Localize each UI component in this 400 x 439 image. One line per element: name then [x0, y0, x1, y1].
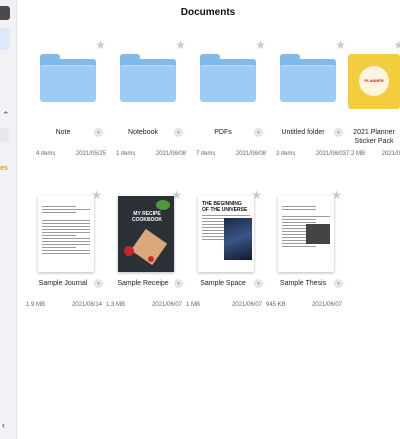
folder-name[interactable]: Notebook	[108, 128, 178, 137]
document-thumbnail[interactable]	[278, 196, 334, 272]
file-name[interactable]: Sample Thesis	[268, 279, 338, 288]
document-thumbnail[interactable]	[38, 196, 94, 272]
document-thumbnail[interactable]: THE BEGINNING OF THE UNIVERSE	[198, 196, 254, 272]
sidebar: ⌃ es ‹	[0, 0, 17, 439]
file-sample-thesis[interactable]: ★ Sample Thesis ⌄ 945 KB 2021/06/07	[264, 188, 344, 313]
folder-untitled[interactable]: ★ Untitled folder ⌄ 3 items 2021/06/03	[268, 38, 348, 166]
folder-icon[interactable]	[38, 54, 98, 109]
chevron-down-icon[interactable]: ⌄	[94, 128, 103, 137]
document-grid: ★ Note ⌄ 4 items 2021/05/25 ★ Notebook ⌄…	[16, 0, 400, 439]
sticker-pack[interactable]: ★ PLANNER 2021 Planner Sticker Pack 7.2 …	[344, 38, 400, 166]
chevron-down-icon[interactable]: ⌄	[334, 128, 343, 137]
file-name[interactable]: Sample Space	[188, 279, 258, 288]
chevron-down-icon[interactable]: ⌄	[254, 279, 263, 288]
file-name[interactable]: Sample Journal	[28, 279, 98, 288]
chevron-down-icon[interactable]: ⌄	[94, 279, 103, 288]
sidebar-item[interactable]	[0, 128, 9, 142]
folder-icon[interactable]	[278, 54, 338, 109]
folder-pdfs[interactable]: ★ PDFs ⌄ 7 items 2021/06/08	[188, 38, 268, 166]
star-icon[interactable]: ★	[95, 39, 106, 51]
folder-notebook[interactable]: ★ Notebook ⌄ 1 items 2021/06/08	[108, 38, 188, 166]
chevron-down-icon[interactable]: ⌄	[254, 128, 263, 137]
collapse-sidebar-icon[interactable]: ‹	[2, 420, 5, 430]
folder-name[interactable]: Note	[28, 128, 98, 137]
folder-icon[interactable]	[198, 54, 258, 109]
folder-name[interactable]: PDFs	[188, 128, 258, 137]
file-sample-receipe[interactable]: ★ MY RECIPE COOKBOOK Sample Receipe ⌄ 1.…	[104, 188, 184, 313]
file-sample-space[interactable]: ★ THE BEGINNING OF THE UNIVERSE Sample S…	[184, 188, 264, 313]
folder-note[interactable]: ★ Note ⌄ 4 items 2021/05/25	[28, 38, 108, 166]
chevron-down-icon[interactable]: ⌄	[174, 128, 183, 137]
file-name[interactable]: 2021 Planner Sticker Pack	[348, 128, 400, 146]
star-icon[interactable]: ★	[175, 39, 186, 51]
sidebar-item-label[interactable]: es	[0, 165, 8, 172]
document-thumbnail[interactable]: MY RECIPE COOKBOOK	[118, 196, 174, 272]
folder-name[interactable]: Untitled folder	[268, 128, 338, 137]
file-sample-journal[interactable]: ★ Sample Journal ⌄ 1.9 MB 2021/06/14	[24, 188, 104, 313]
file-name[interactable]: Sample Receipe	[108, 279, 178, 288]
sidebar-selected-item[interactable]	[0, 28, 10, 50]
sidebar-top-button[interactable]	[0, 6, 10, 20]
folder-icon[interactable]	[118, 54, 178, 109]
star-icon[interactable]: ★	[255, 39, 266, 51]
star-icon[interactable]: ★	[393, 39, 400, 51]
sticker-pack-thumbnail[interactable]: PLANNER	[348, 54, 400, 109]
chevron-down-icon[interactable]: ⌄	[174, 279, 183, 288]
chevron-up-icon[interactable]: ⌃	[2, 110, 10, 121]
chevron-down-icon[interactable]: ⌄	[334, 279, 343, 288]
